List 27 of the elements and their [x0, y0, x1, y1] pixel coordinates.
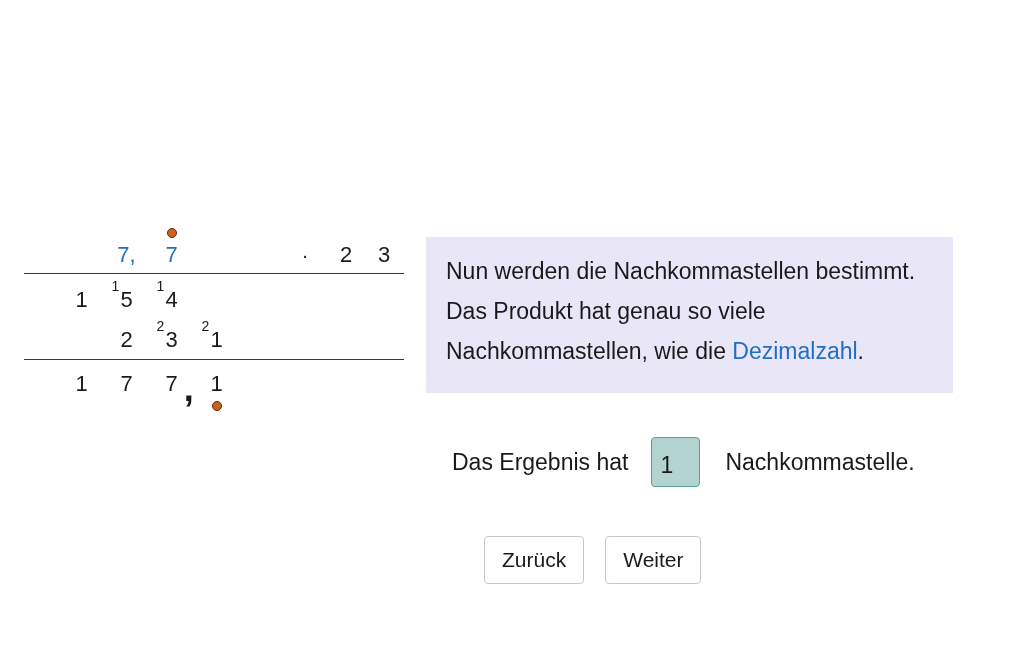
glossary-link[interactable]: Dezimalzahl [732, 338, 858, 364]
multiplication-sign: · [301, 243, 309, 266]
digit: 1 [210, 372, 223, 395]
digit: 1 [210, 328, 223, 351]
carry-digit: 1 [111, 278, 120, 293]
digit: 7 [165, 372, 178, 395]
carry-digit: 1 [156, 278, 165, 293]
digit: 7, [117, 243, 136, 266]
digit: 1 [75, 372, 88, 395]
answer-input[interactable]: 1 [651, 437, 701, 487]
digit: 7 [120, 372, 133, 395]
instruction-text: Nun werden die Nachkommastellen bestimmt. Das Produkt hat genau so viele Nachkommastellen, wie die Dezimalzahl. [446, 257, 917, 366]
digit: 7 [165, 243, 178, 266]
digit: 1 [75, 288, 88, 311]
answer-label: Das Ergebnis hat [452, 448, 629, 476]
digit: 2 [339, 243, 353, 266]
digit: 3 [165, 328, 178, 351]
unit-label: Nachkommastelle. [725, 448, 915, 476]
digit: 5 [120, 288, 133, 311]
nav-button[interactable]: Zurück [484, 536, 585, 584]
digit: 4 [165, 288, 178, 311]
nav-button[interactable]: Weiter [605, 536, 702, 584]
carry-digit: 2 [156, 318, 165, 333]
digit: 2 [120, 328, 133, 351]
carry-digit: 2 [201, 318, 210, 333]
decimal-comma: , [183, 370, 194, 407]
digit: 3 [377, 243, 391, 266]
